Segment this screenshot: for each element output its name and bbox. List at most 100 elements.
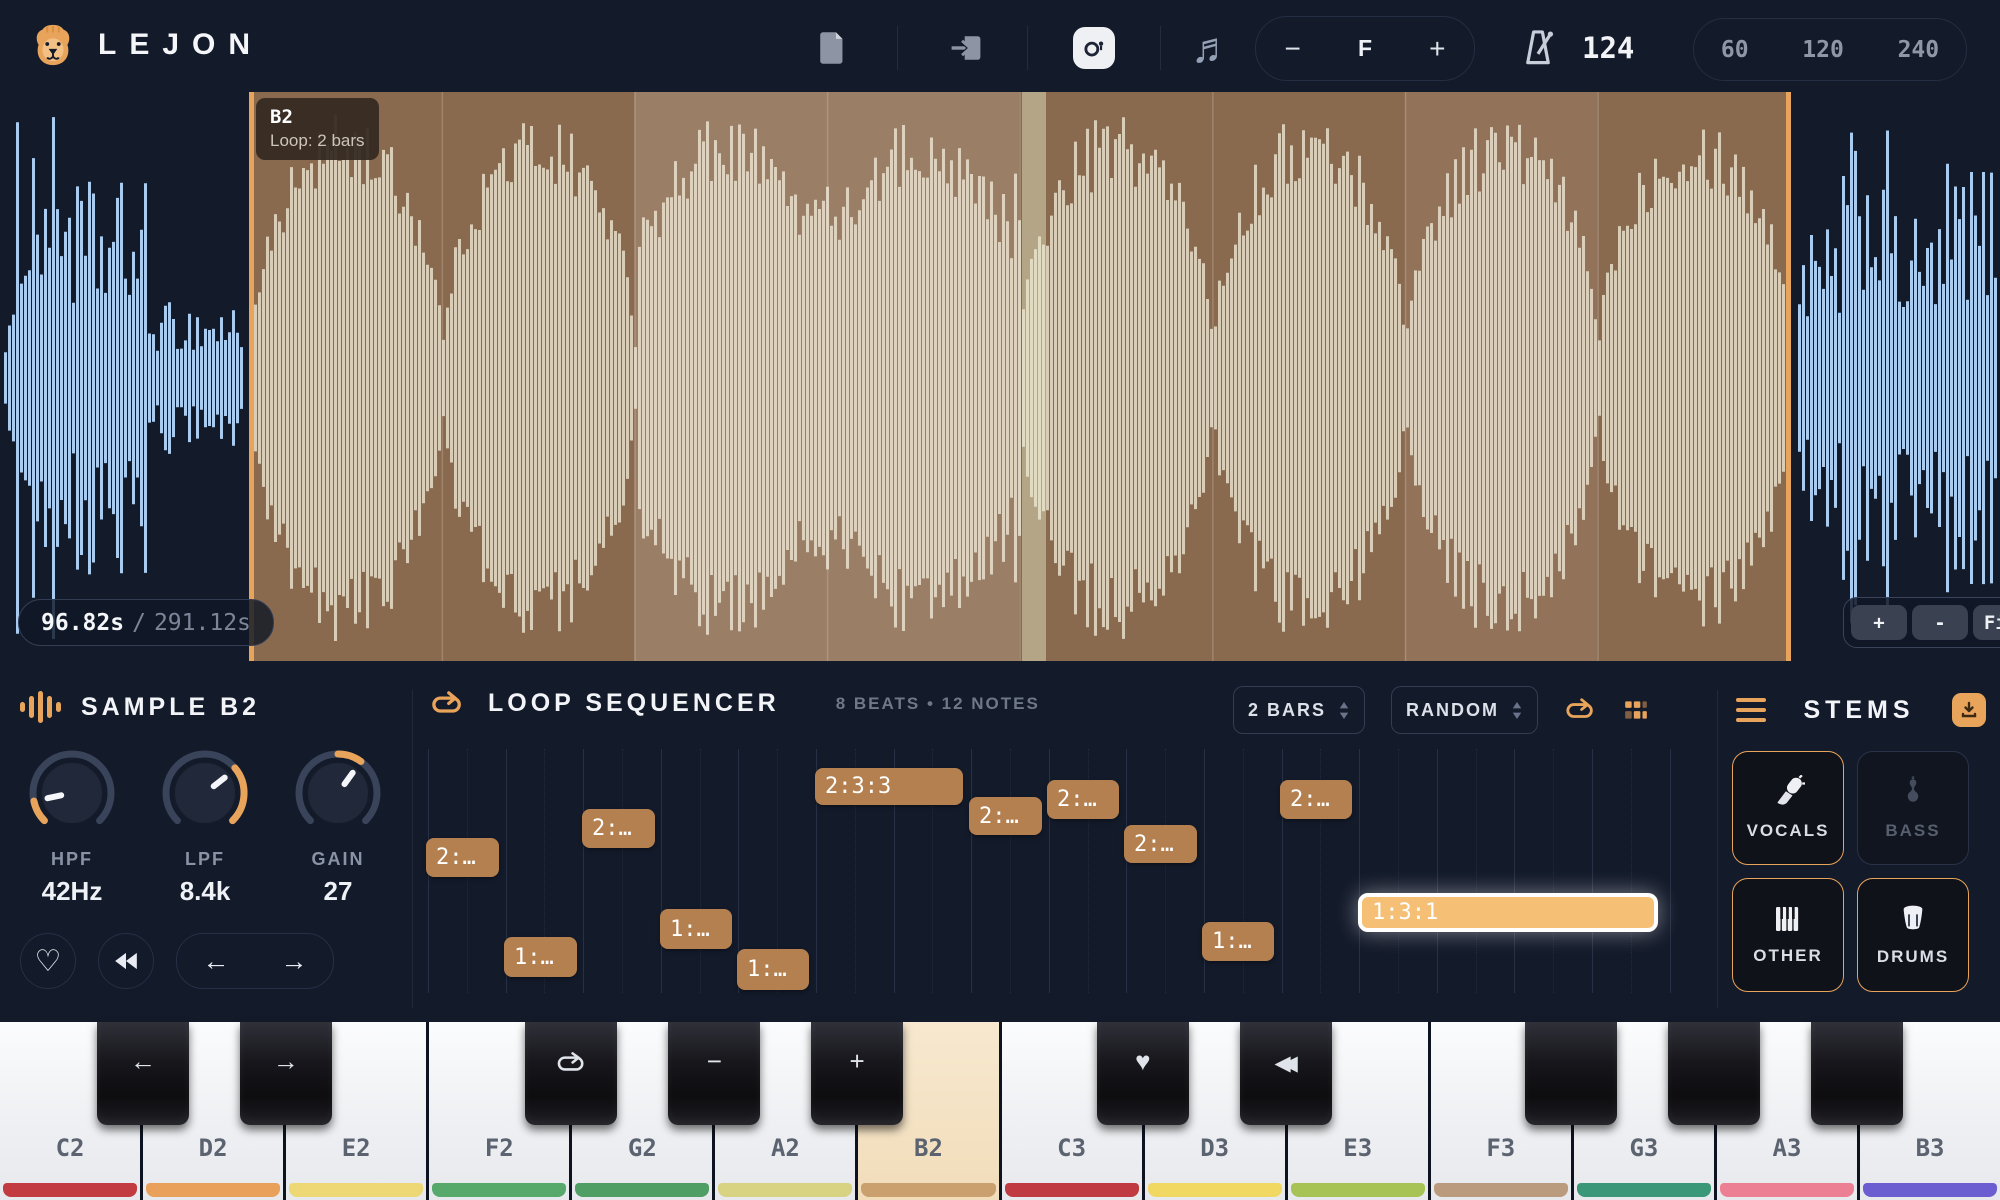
stem-button-drums[interactable]: DRUMS	[1857, 878, 1969, 992]
bpm-value[interactable]: 124	[1582, 31, 1634, 65]
black-key-heart[interactable]: ♥	[1097, 1022, 1189, 1125]
black-key-minus[interactable]: −	[668, 1022, 760, 1125]
key-label: A2	[715, 1134, 855, 1162]
tempo-preset-240[interactable]: 240	[1898, 37, 1940, 63]
sequencer-note[interactable]: 1:…	[1202, 922, 1274, 961]
grid-line	[971, 749, 972, 993]
black-key-arrow-left[interactable]: ←	[97, 1022, 189, 1125]
key-color-strip	[718, 1183, 852, 1197]
import-icon	[949, 32, 983, 64]
op-app-button[interactable]	[1064, 0, 1124, 96]
stems-menu-button[interactable]	[1736, 698, 1766, 722]
arrow-right-button[interactable]: →	[281, 946, 308, 977]
black-key[interactable]	[1811, 1022, 1903, 1125]
sequencer-note[interactable]: 1:…	[504, 937, 577, 977]
bars-select[interactable]: 2 BARS	[1233, 686, 1365, 734]
file-icon	[816, 31, 848, 65]
arrow-left-button[interactable]: ←	[203, 946, 230, 977]
key-label: B2	[858, 1134, 998, 1162]
piano-keys-icon	[1772, 904, 1804, 934]
zoom-in-button[interactable]: +	[1851, 605, 1907, 640]
sequencer-note[interactable]: 2:…	[1047, 780, 1119, 819]
sound-pack-button[interactable]: ♬	[1182, 0, 1242, 96]
loop-icon	[556, 1048, 586, 1080]
sample-buttons: ♡ ← →	[20, 933, 334, 989]
sequencer-note[interactable]: 2:…	[582, 809, 655, 848]
knob-value: 27	[324, 876, 353, 907]
key-color-strip	[861, 1183, 995, 1197]
black-key-rewind[interactable]: ◀◀	[1240, 1022, 1332, 1125]
key-color-strip	[1434, 1183, 1568, 1197]
stem-label: OTHER	[1753, 946, 1823, 966]
grid-line	[583, 749, 584, 993]
grid-line	[1010, 749, 1011, 993]
lejon-app: LEJON	[0, 0, 2000, 1200]
sequencer-meta: 8 BEATS • 12 NOTES	[836, 694, 1040, 714]
stem-label: DRUMS	[1877, 947, 1949, 967]
minus-icon: −	[707, 1048, 722, 1074]
sequencer-grid: 2:…1:…2:…1:…1:…2:3:32:…2:…2:…1:…2:…1:3:1	[428, 749, 1708, 993]
sequencer-note[interactable]: 2:…	[426, 838, 499, 877]
mode-select[interactable]: RANDOM	[1391, 686, 1538, 734]
selection-subtitle: Loop: 2 bars	[270, 131, 365, 151]
knob-label: LPF	[185, 849, 225, 870]
knob-label: HPF	[51, 849, 93, 870]
key-color-strip	[575, 1183, 709, 1197]
sequencer-note[interactable]: 2:…	[969, 797, 1042, 835]
key-label: C3	[1002, 1134, 1142, 1162]
grid-line	[1514, 749, 1515, 993]
sequencer-note[interactable]: 2:…	[1280, 780, 1352, 819]
stem-button-bass[interactable]: BASS	[1857, 751, 1969, 865]
download-stems-button[interactable]	[1952, 693, 1986, 727]
key-label: D3	[1145, 1134, 1285, 1162]
zoom-out-button[interactable]: -	[1912, 605, 1968, 640]
tempo-presets: 60 120 240	[1693, 18, 1967, 81]
waveform-display[interactable]: B2 Loop: 2 bars 96.82s / 291.12s + - Fit	[0, 92, 2000, 661]
key-label: A3	[1717, 1134, 1857, 1162]
metronome-icon	[1520, 29, 1556, 67]
knob-hpf[interactable]: HPF 42Hz	[20, 747, 124, 907]
import-button[interactable]	[936, 0, 996, 96]
arrow-left-icon: ←	[130, 1048, 156, 1074]
black-key-plus[interactable]: +	[811, 1022, 903, 1125]
black-key[interactable]	[1525, 1022, 1617, 1125]
stem-button-other[interactable]: OTHER	[1732, 878, 1844, 992]
sequencer-note[interactable]: 1:…	[660, 909, 732, 949]
grid-line	[1631, 749, 1632, 993]
mode-select-value: RANDOM	[1406, 700, 1499, 721]
sequencer-note[interactable]: 2:…	[1124, 825, 1197, 863]
grid-line	[700, 749, 701, 993]
sequencer-controls: 2 BARS RANDOM	[1233, 686, 1650, 734]
key-minus-button[interactable]: −	[1285, 35, 1301, 63]
tempo-preset-120[interactable]: 120	[1802, 37, 1844, 63]
black-key-loop[interactable]	[525, 1022, 617, 1125]
key-color-strip	[1863, 1183, 1997, 1197]
grid-line	[622, 749, 623, 993]
sequencer-note[interactable]: 2:3:3	[815, 768, 963, 805]
favorite-button[interactable]: ♡	[20, 933, 76, 989]
grid-line	[1592, 749, 1593, 993]
stem-button-vocals[interactable]: VOCALS	[1732, 751, 1844, 865]
zoom-fit-button[interactable]: Fit	[1973, 605, 2000, 640]
black-key-arrow-right[interactable]: →	[240, 1022, 332, 1125]
sequencer-note-active[interactable]: 1:3:1	[1358, 893, 1658, 932]
knob-gain[interactable]: GAIN 27	[286, 747, 390, 907]
music-notes-icon: ♬	[1191, 24, 1233, 72]
time-total: 291.12s	[154, 610, 251, 636]
key-plus-button[interactable]: +	[1429, 35, 1445, 63]
panel-divider	[1717, 690, 1718, 1008]
randomize-pattern-button[interactable]	[1622, 697, 1650, 723]
knob-lpf[interactable]: LPF 8.4k	[153, 747, 257, 907]
key-color-strip	[289, 1183, 423, 1197]
bass-icon	[1898, 775, 1928, 809]
tempo-preset-60[interactable]: 60	[1721, 37, 1749, 63]
loop-icon	[1564, 697, 1596, 723]
file-button[interactable]	[802, 0, 862, 96]
grid-line	[1553, 749, 1554, 993]
previous-sample-button[interactable]	[98, 933, 154, 989]
bars-select-value: 2 BARS	[1248, 700, 1326, 721]
grid-line	[1398, 749, 1399, 993]
sequencer-note[interactable]: 1:…	[737, 949, 809, 990]
black-key[interactable]	[1668, 1022, 1760, 1125]
regenerate-loop-button[interactable]	[1564, 697, 1596, 723]
